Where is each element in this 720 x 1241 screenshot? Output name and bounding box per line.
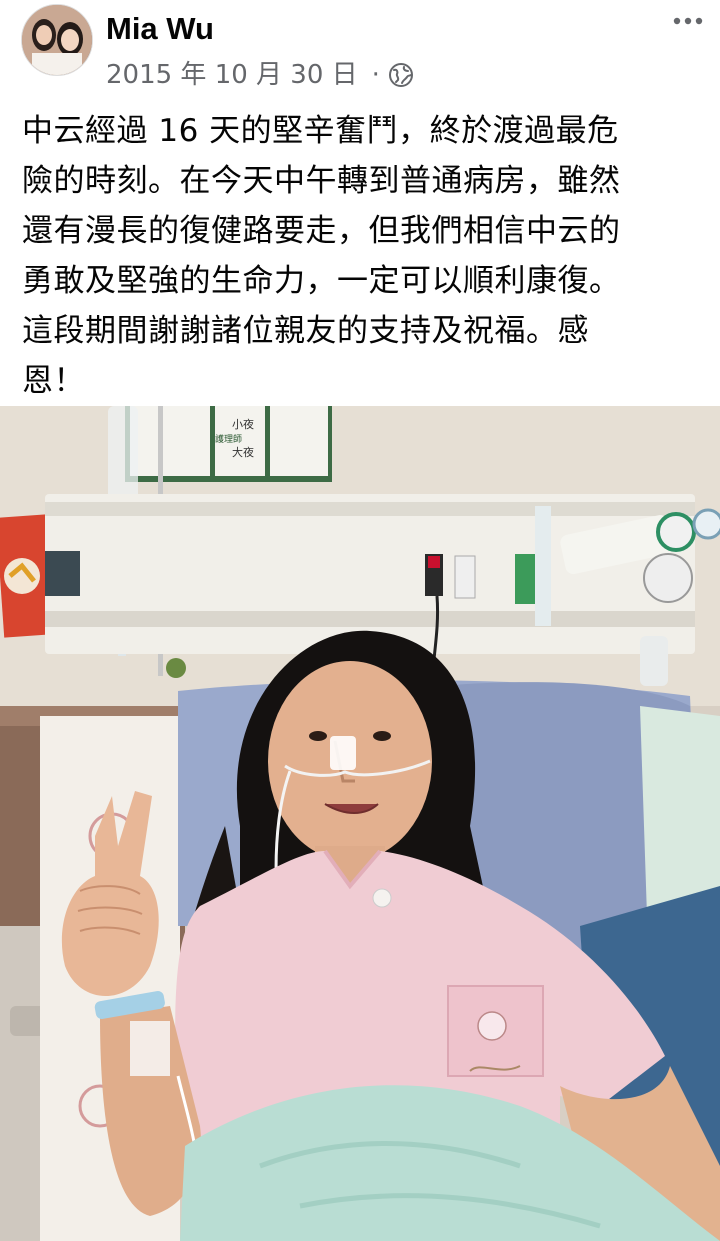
sign-text-big-night: 大夜 — [232, 445, 254, 459]
meta-separator: · — [371, 60, 380, 90]
post-date[interactable]: 2015 年 10 月 30 日 — [106, 58, 358, 92]
post-photo[interactable]: 小夜 大夜 護理師 — [0, 406, 720, 1241]
post-header: Mia Wu 2015 年 10 月 30 日 · — [0, 0, 720, 100]
post-meta: 2015 年 10 月 30 日 · — [106, 58, 414, 92]
more-options-button[interactable] — [668, 6, 708, 36]
globe-icon[interactable] — [388, 62, 414, 88]
author-avatar[interactable] — [21, 4, 93, 76]
sign-text-small-night: 小夜 — [232, 417, 254, 431]
author-name[interactable]: Mia Wu — [106, 11, 214, 47]
more-horizontal-icon — [673, 17, 703, 25]
post-text: 中云經過 16 天的堅辛奮鬥，終於渡過最危 險的時刻。在今天中午轉到普通病房，雖… — [22, 113, 621, 399]
sign-text-nurse: 護理師 — [215, 433, 242, 445]
